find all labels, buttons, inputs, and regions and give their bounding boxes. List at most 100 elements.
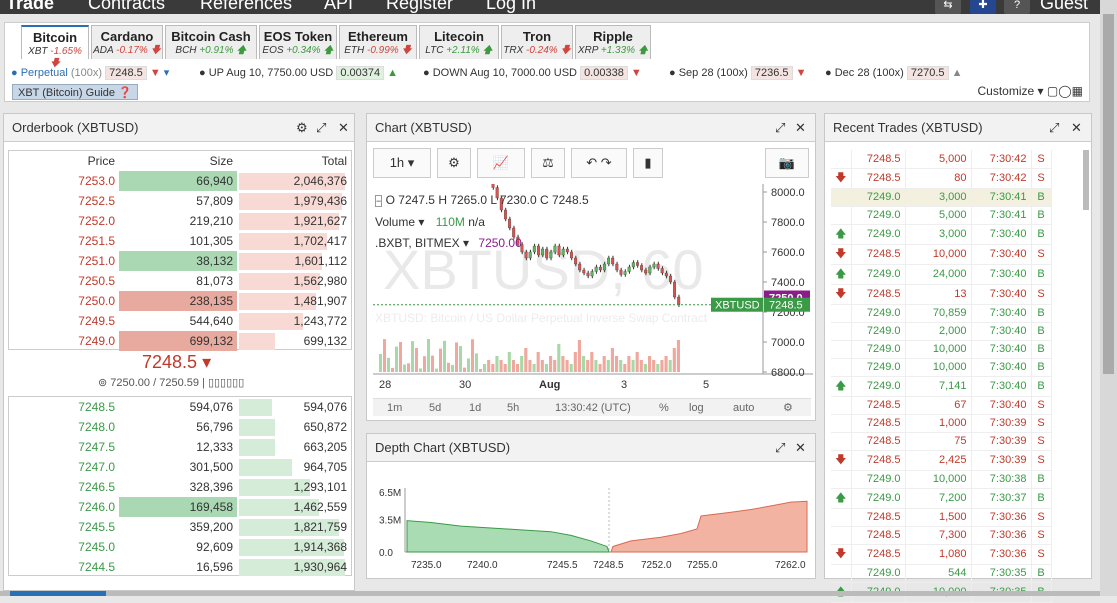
auto-toggle[interactable]: auto [733, 402, 754, 414]
orderbook-row-ask[interactable]: 7250.0 238,135 1,481,907 [9, 291, 351, 311]
trade-price: 7249.0 [866, 307, 901, 319]
symbol-tab-bitcoin-cash[interactable]: Bitcoin Cash BCH +0.91% 🡅 [165, 25, 257, 59]
orderbook-row-bid[interactable]: 7244.5 16,596 1,930,964 [9, 557, 351, 577]
compare-icon[interactable]: ⚖ [531, 148, 565, 178]
symbol-tab-litecoin[interactable]: Litecoin LTC +2.11% 🡅 [419, 25, 499, 59]
candle [652, 263, 656, 268]
close-icon[interactable]: ✕ [795, 114, 806, 142]
trade-size: 75 [954, 435, 967, 447]
trade-price: 7249.0 [866, 209, 901, 221]
expand-icon[interactable]: ⤢ [316, 114, 326, 142]
nav-login[interactable]: Log In [486, 0, 536, 14]
volume-bar [520, 356, 524, 372]
orderbook-row-ask[interactable]: 7252.5 57,809 1,979,436 [9, 191, 351, 211]
trade-row: 🡅 7249.0 7,141 7:30:40 B [831, 376, 1052, 397]
horizontal-scrollbar[interactable] [0, 591, 1100, 596]
orderbook-row-ask[interactable]: 7250.5 81,073 1,562,980 [9, 271, 351, 291]
order-size: 57,809 [196, 194, 233, 208]
contract-sep[interactable]: ● Sep 28 (100x) 7236.5 ▼ [669, 66, 806, 80]
close-icon[interactable]: ✕ [1071, 114, 1082, 142]
orderbook-row-ask[interactable]: 7249.0 699,132 699,132 [9, 331, 351, 351]
help-icon[interactable]: ? [1004, 0, 1030, 14]
orderbook-row-ask[interactable]: 7251.0 38,132 1,601,112 [9, 251, 351, 271]
order-price: 7252.0 [78, 214, 115, 228]
symbol-tab-cardano[interactable]: Cardano ADA -0.17% 🡇 [91, 25, 163, 59]
volume-bar [536, 352, 540, 372]
orderbook-row-bid[interactable]: 7246.5 328,396 1,293,101 [9, 477, 351, 497]
orderbook-row-ask[interactable]: 7249.5 544,640 1,243,772 [9, 311, 351, 331]
trade-row: 7249.0 10,000 7:30:40 B [831, 340, 1052, 359]
nav-trade[interactable]: Trade [6, 0, 54, 14]
orderbook-row-bid[interactable]: 7246.0 169,458 1,462,559 [9, 497, 351, 517]
range-5h[interactable]: 5h [507, 402, 519, 414]
customize-menu[interactable]: Customize ▾ ▢◯▦ [978, 84, 1084, 98]
bar-style-icon[interactable]: ▮ [633, 148, 663, 178]
range-5d[interactable]: 5d [429, 402, 441, 414]
chart-settings-icon[interactable]: ⚙ [437, 148, 471, 178]
trade-size: 10,000 [932, 343, 967, 355]
guide-button[interactable]: XBT (Bitcoin) Guide ❓ [12, 84, 138, 100]
symbol-tab-tron[interactable]: Tron TRX -0.24% 🡇 [501, 25, 573, 59]
orderbook-row-bid[interactable]: 7248.5 594,076 594,076 [9, 397, 351, 417]
trade-side: B [1037, 361, 1045, 373]
y-tick-label: 7400.0 [771, 277, 805, 289]
user-menu[interactable]: Guest [1040, 0, 1088, 14]
order-total: 1,562,980 [293, 274, 347, 288]
candle [660, 268, 664, 274]
close-icon[interactable]: ✕ [795, 434, 806, 462]
trade-side: B [1037, 268, 1045, 280]
symbol-tab-ethereum[interactable]: Ethereum ETH -0.99% 🡇 [339, 25, 417, 59]
language-flag-icon[interactable]: ✚ [970, 0, 996, 14]
expand-icon[interactable]: ⤢ [775, 114, 785, 142]
page-scrollbar[interactable] [1100, 0, 1117, 596]
symbol-tab-ripple[interactable]: Ripple XRP +1.33% 🡅 [575, 25, 651, 59]
trade-price: 7249.0 [866, 268, 901, 280]
order-total: 964,705 [303, 460, 347, 474]
expand-icon[interactable]: ⤢ [775, 434, 785, 462]
orderbook-row-ask[interactable]: 7252.0 219,210 1,921,627 [9, 211, 351, 231]
log-toggle[interactable]: log [689, 402, 704, 414]
orderbook-row-bid[interactable]: 7248.0 56,796 650,872 [9, 417, 351, 437]
contract-dec[interactable]: ● Dec 28 (100x) 7270.5 ▲ [825, 66, 962, 80]
contract-perpetual[interactable]: ● Perpetual (100x) 7248.5 ▼ ▾ [11, 66, 169, 80]
settings-icon[interactable]: ⚙ [296, 114, 308, 142]
symbol-change: LTC +2.11% 🡅 [425, 45, 493, 56]
order-price: 7250.0 [78, 294, 115, 308]
nav-api[interactable]: API [324, 0, 353, 14]
contract-up[interactable]: ● UP Aug 10, 7750.00 USD 0.00374 ▲ [199, 66, 398, 80]
indicators-icon[interactable]: 📈 [477, 148, 525, 178]
close-icon[interactable]: ✕ [338, 114, 349, 142]
chart-settings-icon[interactable]: ⚙ [783, 401, 793, 414]
nav-register[interactable]: Register [386, 0, 453, 14]
interval-select[interactable]: 1h ▾ [373, 148, 431, 178]
layout-toggle-icon[interactable]: ▢◯▦ [1047, 84, 1083, 98]
notifications-icon[interactable]: ⇆ [935, 0, 961, 14]
percent-toggle[interactable]: % [659, 402, 669, 414]
depth-chart[interactable]: 6.5M 3.5M 0.0 7235.0 7240.0 7245.5 7248.5 7252.… [371, 468, 813, 576]
arrow-down-icon: 🡇 [147, 45, 161, 56]
orderbook-row-bid[interactable]: 7247.0 301,500 964,705 [9, 457, 351, 477]
undo-redo-icon[interactable]: ↶ ↷ [571, 148, 627, 178]
nav-contracts[interactable]: Contracts [88, 0, 165, 14]
trade-side: S [1037, 548, 1045, 560]
range-1d[interactable]: 1d [469, 402, 481, 414]
expand-icon[interactable]: ⤢ [1049, 114, 1059, 142]
orderbook-row-ask[interactable]: 7251.5 101,305 1,702,417 [9, 231, 351, 251]
symbol-tab-bitcoin[interactable]: Bitcoin XBT -1.65% 🡇 [21, 25, 89, 69]
order-price: 7250.5 [78, 274, 115, 288]
volume-bar [407, 363, 410, 372]
range-1m[interactable]: 1m [387, 402, 402, 414]
nav-references[interactable]: References [200, 0, 292, 14]
price-chart[interactable]: XBTUSD, 60XBTUSD: Bitcoin / US Dollar Pe… [373, 184, 813, 396]
x-tick-label: Aug [539, 379, 560, 391]
symbol-tab-eos-token[interactable]: EOS Token EOS +0.34% 🡅 [259, 25, 337, 59]
orderbook-row-bid[interactable]: 7245.0 92,609 1,914,368 [9, 537, 351, 557]
volume-bar [553, 360, 557, 372]
trade-price: 7249.0 [866, 473, 901, 485]
orderbook-row-bid[interactable]: 7247.5 12,333 663,205 [9, 437, 351, 457]
contract-down[interactable]: ● DOWN Aug 10, 7000.00 USD 0.00338 ▼ [423, 66, 642, 80]
orderbook-row-ask[interactable]: 7253.0 66,940 2,046,376 [9, 171, 351, 191]
snapshot-icon[interactable]: 📷 [765, 148, 809, 178]
orderbook-row-bid[interactable]: 7245.5 359,200 1,821,759 [9, 517, 351, 537]
scrollbar[interactable] [1083, 150, 1089, 210]
